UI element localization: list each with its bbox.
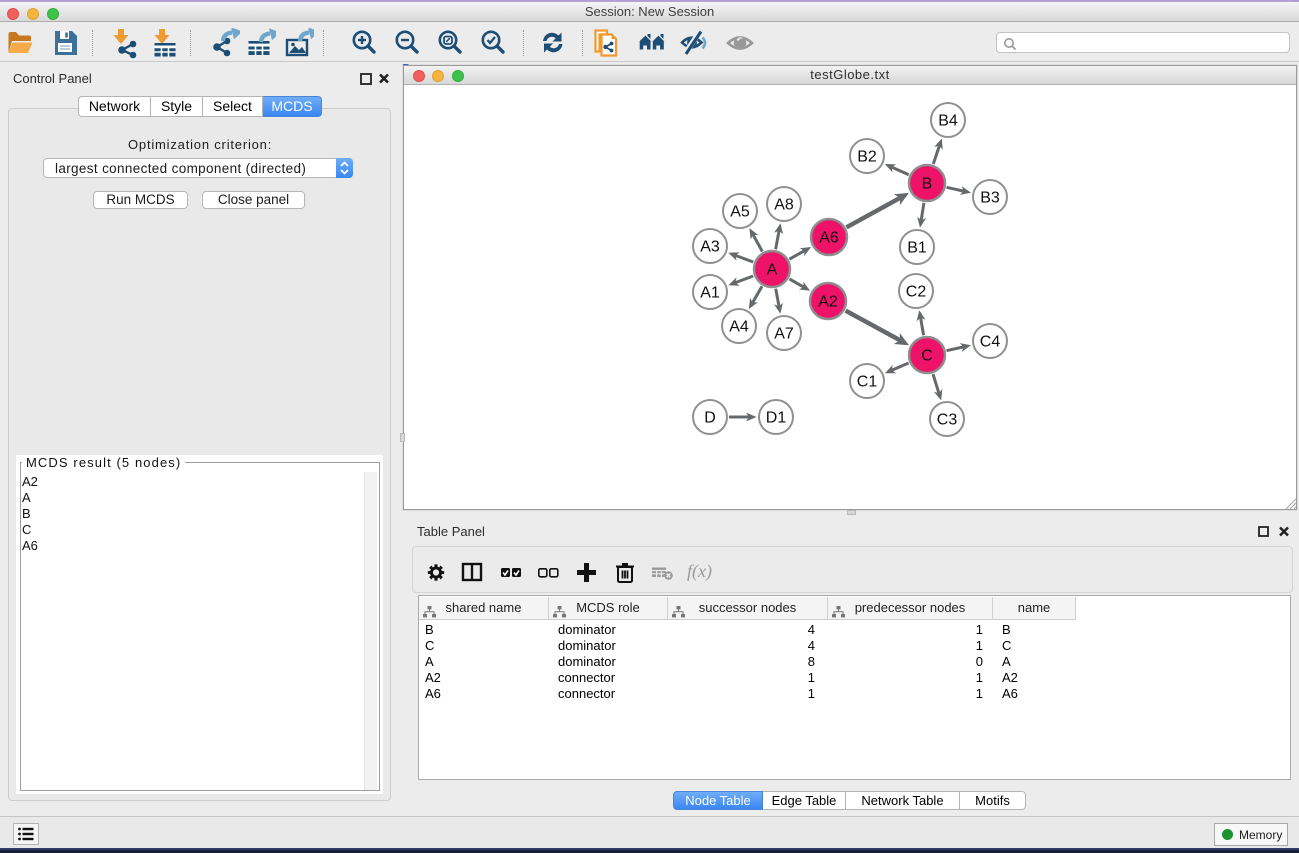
svg-text:C: C: [921, 348, 933, 365]
svg-text:D: D: [704, 410, 716, 427]
svg-text:B: B: [922, 176, 933, 193]
svg-text:C3: C3: [937, 412, 958, 429]
svg-text:A4: A4: [729, 319, 749, 336]
svg-text:A1: A1: [700, 285, 720, 302]
svg-text:A8: A8: [774, 197, 794, 214]
svg-text:A3: A3: [700, 239, 720, 256]
svg-text:A2: A2: [818, 294, 838, 311]
svg-text:B1: B1: [907, 240, 927, 257]
svg-text:B2: B2: [857, 149, 877, 166]
svg-text:A6: A6: [819, 230, 839, 247]
svg-text:D1: D1: [766, 410, 787, 427]
svg-text:C2: C2: [906, 284, 927, 301]
svg-text:A5: A5: [730, 204, 750, 221]
svg-text:B3: B3: [980, 190, 1000, 207]
svg-text:A: A: [767, 262, 778, 279]
svg-text:A7: A7: [774, 326, 794, 343]
svg-text:C4: C4: [980, 334, 1001, 351]
svg-text:C1: C1: [857, 374, 878, 391]
svg-text:B4: B4: [938, 113, 958, 130]
